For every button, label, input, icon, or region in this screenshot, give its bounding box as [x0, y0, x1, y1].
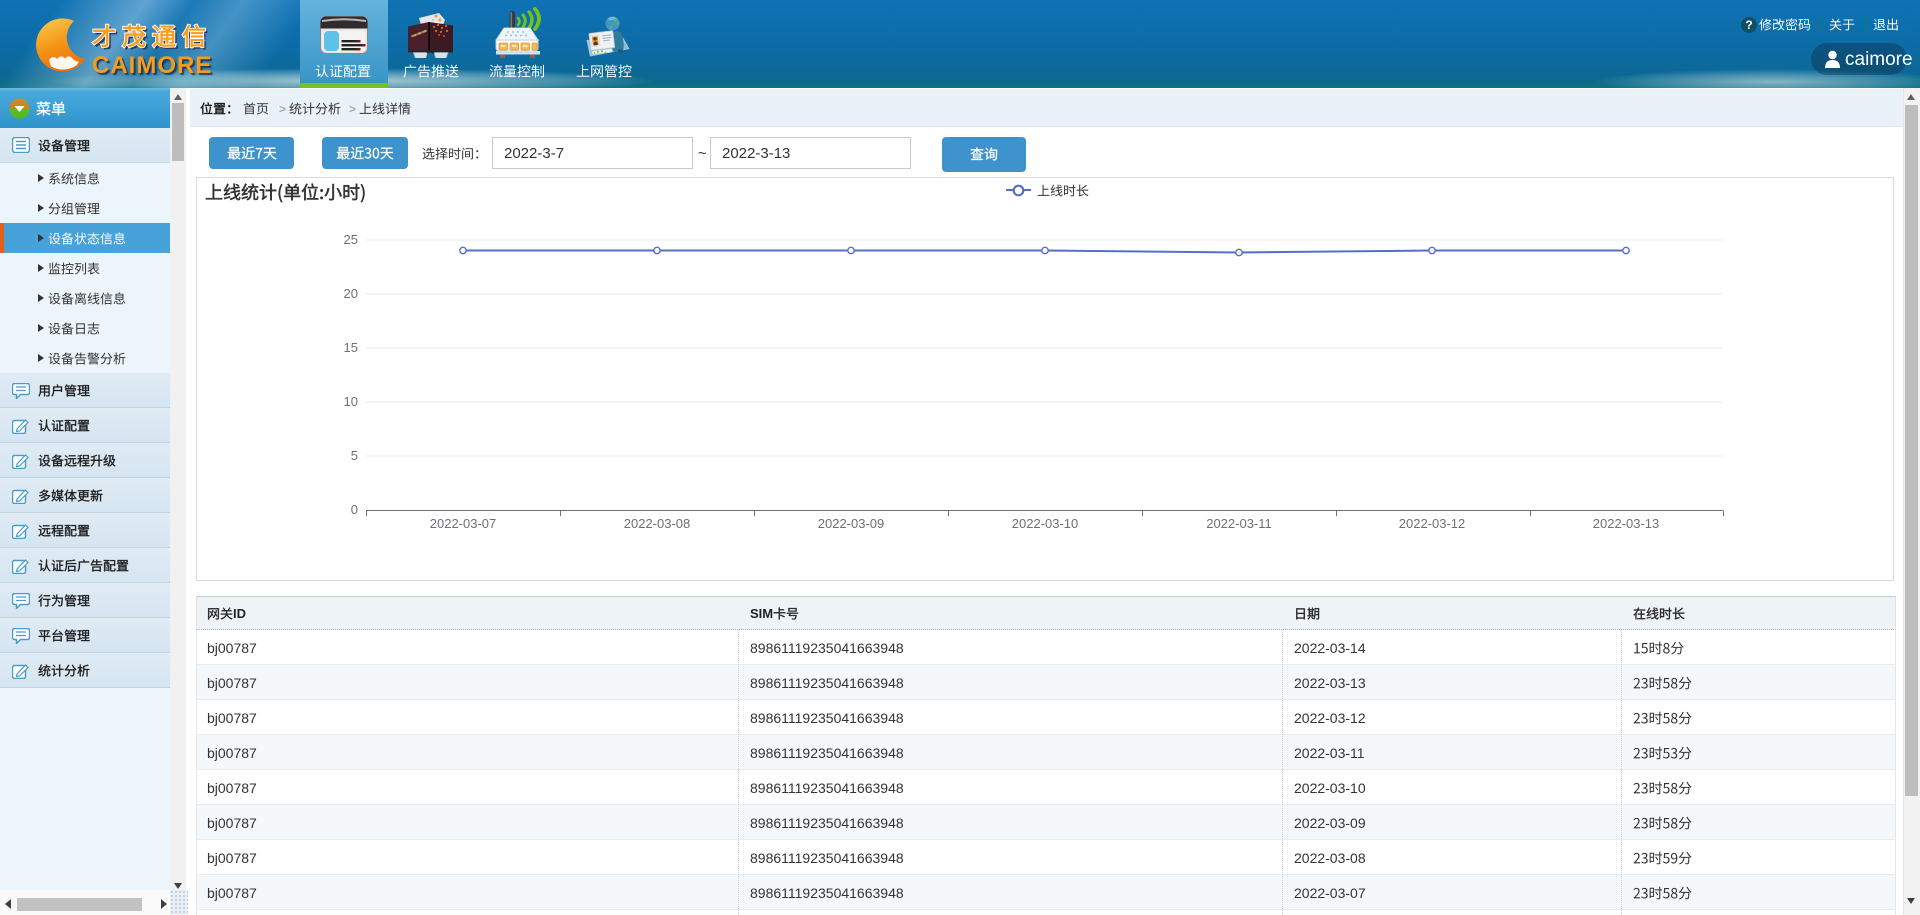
svg-text:2022-03-13: 2022-03-13 — [1593, 516, 1660, 531]
svg-text:5: 5 — [351, 448, 358, 463]
svg-text:20: 20 — [344, 286, 358, 301]
svg-text:2022-03-09: 2022-03-09 — [818, 516, 885, 531]
svg-text:2022-03-12: 2022-03-12 — [1399, 516, 1466, 531]
svg-text:15: 15 — [344, 340, 358, 355]
svg-text:25: 25 — [344, 232, 358, 247]
svg-text:2022-03-11: 2022-03-11 — [1206, 516, 1272, 531]
svg-text:10: 10 — [344, 394, 358, 409]
svg-text:0: 0 — [351, 502, 358, 517]
svg-text:2022-03-10: 2022-03-10 — [1012, 516, 1079, 531]
svg-text:2022-03-08: 2022-03-08 — [624, 516, 691, 531]
svg-text:2022-03-07: 2022-03-07 — [430, 516, 497, 531]
